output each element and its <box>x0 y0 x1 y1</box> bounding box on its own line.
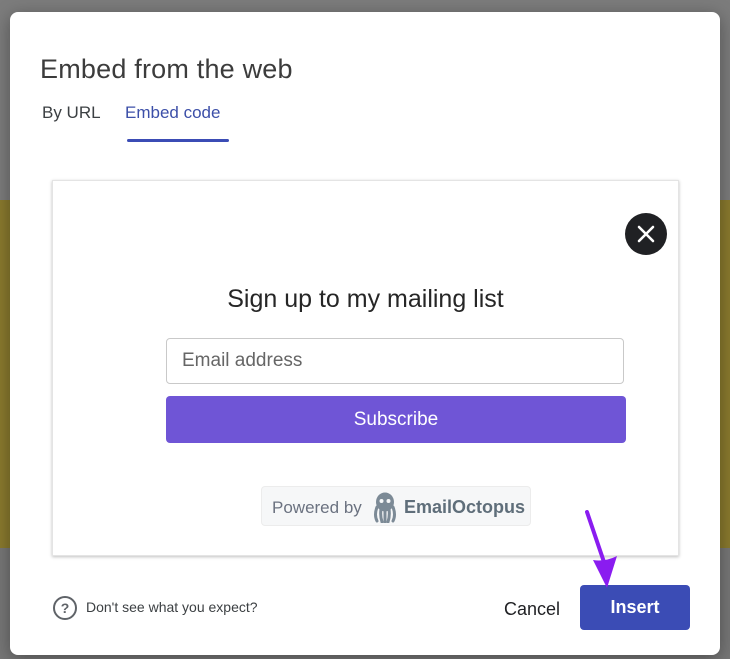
help-circle-icon[interactable]: ? <box>52 595 78 621</box>
close-icon[interactable] <box>625 213 667 255</box>
tab-by-url[interactable]: By URL <box>42 102 101 142</box>
annotation-arrow-icon <box>585 510 617 588</box>
insert-button[interactable]: Insert <box>580 585 690 630</box>
emailoctopus-brand: EmailOctopus <box>404 497 526 517</box>
embed-dialog: Embed from the web By URL Embed code Sig… <box>10 12 720 655</box>
embed-preview: Sign up to my mailing list Subscribe Pow… <box>52 180 679 556</box>
form-heading: Sign up to my mailing list <box>227 285 504 313</box>
cancel-button[interactable]: Cancel <box>492 587 572 631</box>
octopus-icon <box>374 492 396 523</box>
powered-by-badge[interactable]: Powered by EmailOctopus <box>261 486 531 526</box>
dialog-title: Embed from the web <box>40 54 293 84</box>
active-tab-indicator <box>127 139 229 142</box>
email-input[interactable] <box>166 338 624 384</box>
help-text[interactable]: Don't see what you expect? <box>86 599 258 615</box>
subscribe-button[interactable]: Subscribe <box>166 396 626 443</box>
svg-text:?: ? <box>61 600 70 616</box>
powered-by-label: Powered by <box>272 498 362 517</box>
tab-embed-code[interactable]: Embed code <box>125 102 220 142</box>
